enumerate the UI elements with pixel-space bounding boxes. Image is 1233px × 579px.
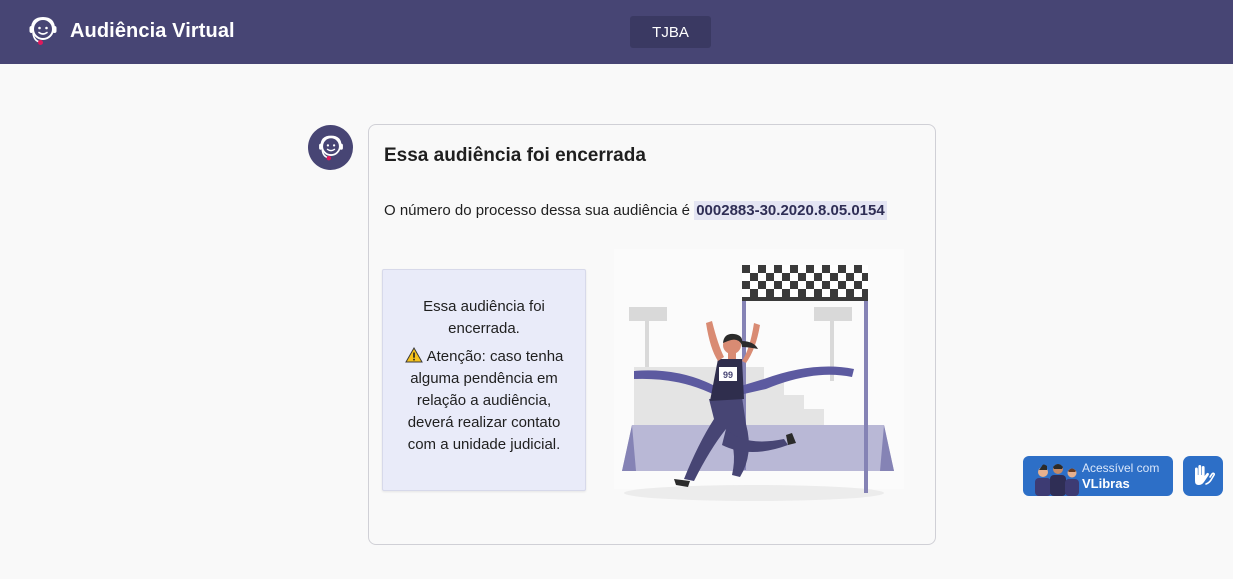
top-bar: Audiência Virtual TJBA: [0, 0, 1233, 64]
vlibras-label-small: Acessível com: [1082, 461, 1160, 475]
warning-icon: [404, 347, 423, 363]
org-button[interactable]: TJBA: [630, 16, 711, 48]
libras-button[interactable]: [1183, 456, 1223, 496]
app-title: Audiência Virtual: [70, 19, 235, 42]
process-text: O número do processo dessa sua audiência…: [384, 202, 691, 219]
process-line: O número do processo dessa sua audiência…: [384, 201, 887, 220]
notice-box: Essa audiência foi encerrada. Atenção: c…: [382, 269, 586, 491]
card-title: Essa audiência foi encerrada: [384, 145, 646, 166]
process-number: 0002883-30.2020.8.05.0154: [694, 201, 887, 220]
notice-line1: Essa audiência foi encerrada.: [423, 298, 545, 337]
headset-smile-icon: [29, 16, 57, 45]
vlibras-label: VLibras: [1082, 476, 1130, 491]
assistant-avatar: [308, 125, 353, 170]
notice-warning-text: Atenção: caso tenha alguma pendência em …: [407, 348, 564, 453]
sign-language-hands-icon: [1195, 465, 1216, 485]
vlibras-avatars-icon: [1035, 464, 1079, 496]
bib-number: 99: [723, 370, 733, 380]
brand[interactable]: Audiência Virtual: [26, 14, 235, 48]
notice-warning: Atenção: caso tenha alguma pendência em …: [397, 346, 571, 456]
headset-smile-icon: [318, 135, 343, 160]
vlibras-widget[interactable]: Acessível com VLibras: [1023, 456, 1173, 496]
checkered-banner: [742, 265, 868, 301]
message-card: Essa audiência foi encerrada O número do…: [368, 124, 936, 545]
finish-line-illustration: 99: [614, 249, 904, 501]
